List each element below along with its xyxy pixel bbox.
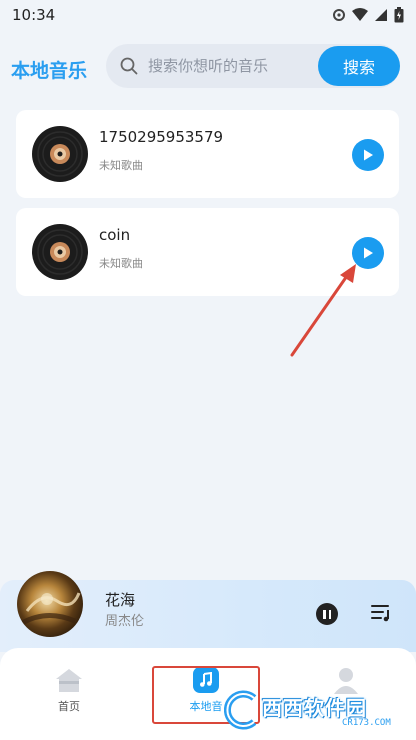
vinyl-record-icon — [32, 126, 88, 182]
now-playing-bar[interactable]: 花海 周杰伦 — [0, 571, 416, 652]
pause-button[interactable] — [316, 603, 338, 625]
song-title: coin — [99, 226, 131, 244]
album-art[interactable] — [17, 571, 83, 637]
album-art-image — [20, 592, 81, 626]
play-button[interactable] — [352, 237, 384, 269]
song-card[interactable]: 1750295953579 未知歌曲 — [16, 110, 399, 198]
home-icon — [56, 669, 82, 692]
play-icon — [364, 247, 373, 259]
status-time: 10:34 — [12, 6, 56, 24]
pause-icon-bar — [323, 609, 326, 619]
search-button[interactable]: 搜索 — [318, 46, 400, 86]
header: 本地音乐 搜索 — [0, 44, 416, 90]
watermark-c-logo — [224, 690, 257, 730]
watermark-subtext: CR173.COM — [342, 718, 391, 728]
now-playing-artist: 周杰伦 — [105, 614, 145, 629]
pause-icon-bar — [328, 609, 331, 619]
tab-home-label: 首页 — [58, 700, 80, 713]
tab-home[interactable]: 首页 — [19, 666, 119, 726]
status-icons — [332, 7, 404, 23]
song-artist: 未知歌曲 — [99, 159, 143, 172]
now-playing-title: 花海 — [105, 591, 136, 609]
status-bar: 10:34 — [0, 0, 416, 30]
battery-icon — [394, 7, 404, 23]
signal-icon — [375, 9, 387, 21]
watermark-logo: 西西软件园 CR173.COM — [224, 690, 394, 734]
song-title: 1750295953579 — [99, 128, 224, 146]
search-box[interactable]: 搜索 — [106, 44, 400, 88]
play-button[interactable] — [352, 139, 384, 171]
song-card[interactable]: coin 未知歌曲 — [16, 208, 399, 296]
search-input[interactable] — [148, 44, 318, 88]
vinyl-record-icon — [32, 224, 88, 280]
watermark-text: 西西软件园 — [262, 696, 367, 720]
song-artist: 未知歌曲 — [99, 257, 143, 270]
playlist-icon[interactable] — [370, 602, 394, 624]
page-title: 本地音乐 — [11, 60, 88, 82]
play-icon — [364, 149, 373, 161]
wifi-icon — [352, 8, 368, 21]
settings-gear-icon — [333, 9, 345, 21]
search-icon — [120, 57, 138, 75]
